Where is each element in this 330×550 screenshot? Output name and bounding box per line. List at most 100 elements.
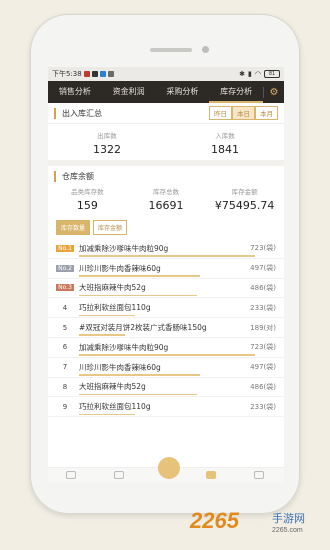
qty-bar: [79, 354, 255, 356]
item-qty: 233(袋): [250, 402, 276, 411]
qty-bar: [79, 413, 136, 416]
toggle-qty-button[interactable]: 库存数量: [56, 220, 91, 235]
battery-icon: 81: [264, 70, 280, 78]
app-screen: 下午5:38 ✱ ▮ ◠ 81 销售分析 资金利润 采购分析 库存分析 ⚙ 出入…: [48, 67, 284, 482]
out-value: 1322: [93, 143, 121, 156]
center-action-button[interactable]: [158, 457, 180, 479]
report-icon[interactable]: [206, 471, 216, 479]
qty-bar: [79, 275, 201, 277]
qty-bar: [79, 334, 125, 336]
tab-inventory[interactable]: 库存分析: [209, 81, 263, 103]
rank-badge: No.1: [56, 244, 74, 252]
list-item[interactable]: 5 #双冠对装月饼2枚装广式香肠味150g 189(对): [48, 318, 284, 338]
item-name: 加减乘除沙嗲味牛肉粒90g: [79, 342, 169, 352]
item-name: 巧拉利软丝面包110g: [79, 303, 151, 313]
list-item[interactable]: No.2 川珍川影牛肉香辣味60g 497(袋): [48, 259, 284, 279]
tab-sales[interactable]: 销售分析: [48, 81, 102, 103]
range-today[interactable]: 本日: [232, 106, 255, 120]
home-icon[interactable]: [66, 471, 76, 479]
bluetooth-icon: ✱: [239, 70, 246, 78]
wifi-icon: ◠: [254, 70, 261, 78]
watermark-logo: 2265 手游网 2265.com: [190, 500, 325, 545]
in-label: 入库数: [215, 132, 235, 140]
qty-bar: [79, 255, 255, 257]
list-item[interactable]: 6 加减乘除沙嗲味牛肉粒90g 723(袋): [48, 338, 284, 358]
total-label: 库存总数: [153, 188, 179, 196]
item-qty: 486(袋): [250, 382, 276, 391]
camera: [202, 46, 209, 53]
list-item[interactable]: No.3 大班指麻辣牛肉52g 486(袋): [48, 279, 284, 299]
item-qty: 189(对): [250, 323, 276, 332]
range-selector: 昨日 本日 本月: [209, 106, 278, 120]
rank-badge: No.2: [56, 264, 74, 272]
item-name: 大班指麻辣牛肉52g: [79, 382, 146, 392]
ranking-list: No.1 加减乘除沙嗲味牛肉粒90g 723(袋) No.2 川珍川影牛肉香辣味60g 4…: [48, 239, 284, 418]
amount-value: ¥75495.74: [214, 199, 275, 212]
qty-bar: [79, 374, 201, 376]
summary-stats: 出库数 1322 入库数 1841: [48, 124, 284, 160]
item-name: 川珍川影牛肉香辣味60g: [79, 263, 161, 273]
list-item[interactable]: 8 大班指麻辣牛肉52g 486(袋): [48, 378, 284, 398]
range-month[interactable]: 本月: [255, 106, 278, 120]
cat-stat: 品类库存数 159: [48, 186, 127, 212]
watermark-text: 手游网: [272, 512, 305, 525]
app-icon: [83, 71, 90, 77]
balance-header: 仓库余额: [48, 166, 284, 186]
amount-stat: 库存金额 ¥75495.74: [205, 186, 284, 212]
rank-badge: 6: [62, 343, 68, 352]
item-qty: 233(袋): [250, 303, 276, 312]
rank-badge: No.3: [56, 284, 74, 292]
item-name: 川珍川影牛肉香辣味60g: [79, 362, 161, 372]
app-icon: [107, 71, 114, 77]
top-nav: 销售分析 资金利润 采购分析 库存分析 ⚙: [48, 81, 284, 103]
qty-bar: [79, 393, 197, 396]
list-item[interactable]: 7 川珍川影牛肉香辣味60g 497(袋): [48, 358, 284, 378]
signal-icon: ▮: [248, 70, 252, 78]
status-time: 下午5:38: [52, 70, 82, 78]
range-yesterday[interactable]: 昨日: [209, 106, 232, 120]
total-stat: 库存总数 16691: [127, 186, 206, 212]
speaker: [150, 48, 192, 52]
item-qty: 486(袋): [250, 283, 276, 292]
total-value: 16691: [148, 199, 184, 212]
watermark-number: 2265: [190, 508, 239, 533]
tab-purchase[interactable]: 采购分析: [156, 81, 210, 103]
rank-badge: 5: [62, 323, 68, 332]
item-name: 加减乘除沙嗲味牛肉粒90g: [79, 243, 169, 253]
balance-stats: 品类库存数 159 库存总数 16691 库存金额 ¥75495.74: [48, 186, 284, 216]
bottom-nav: [48, 457, 284, 482]
toggle-amount-button[interactable]: 库存金额: [93, 220, 128, 235]
gear-icon[interactable]: ⚙: [263, 86, 284, 98]
item-name: 巧拉利软丝面包110g: [79, 402, 151, 412]
rank-badge: 8: [62, 382, 68, 391]
watermark-url: 2265.com: [272, 527, 303, 534]
item-qty: 723(袋): [250, 343, 276, 352]
summary-header: 出入库汇总 昨日 本日 本月: [48, 103, 284, 124]
item-qty: 723(袋): [250, 244, 276, 253]
list-item[interactable]: 9 巧拉利软丝面包110g 233(袋): [48, 397, 284, 418]
list-item[interactable]: 4 巧拉利软丝面包110g 233(袋): [48, 298, 284, 319]
tab-profit[interactable]: 资金利润: [102, 81, 156, 103]
app-icon: [99, 71, 106, 77]
out-label: 出库数: [97, 132, 117, 140]
rank-badge: 7: [62, 363, 68, 372]
item-name: #双冠对装月饼2枚装广式香肠味150g: [79, 323, 207, 333]
qty-bar: [79, 314, 136, 317]
rank-badge: 9: [62, 402, 68, 411]
cat-value: 159: [76, 199, 98, 212]
rank-badge: 4: [62, 303, 68, 312]
in-value: 1841: [211, 143, 239, 156]
in-stat: 入库数 1841: [166, 130, 284, 156]
balance-title: 仓库余额: [54, 170, 94, 182]
app-icon: [91, 71, 98, 77]
qty-bar: [79, 294, 197, 297]
profile-icon[interactable]: [254, 471, 264, 479]
list-item[interactable]: No.1 加减乘除沙嗲味牛肉粒90g 723(袋): [48, 239, 284, 259]
amount-label: 库存金额: [231, 188, 258, 196]
item-qty: 497(袋): [250, 363, 276, 372]
list-icon[interactable]: [114, 471, 124, 479]
out-stat: 出库数 1322: [48, 130, 166, 156]
item-qty: 497(袋): [250, 264, 276, 273]
cat-label: 品类库存数: [71, 188, 104, 196]
summary-title: 出入库汇总: [54, 107, 102, 119]
